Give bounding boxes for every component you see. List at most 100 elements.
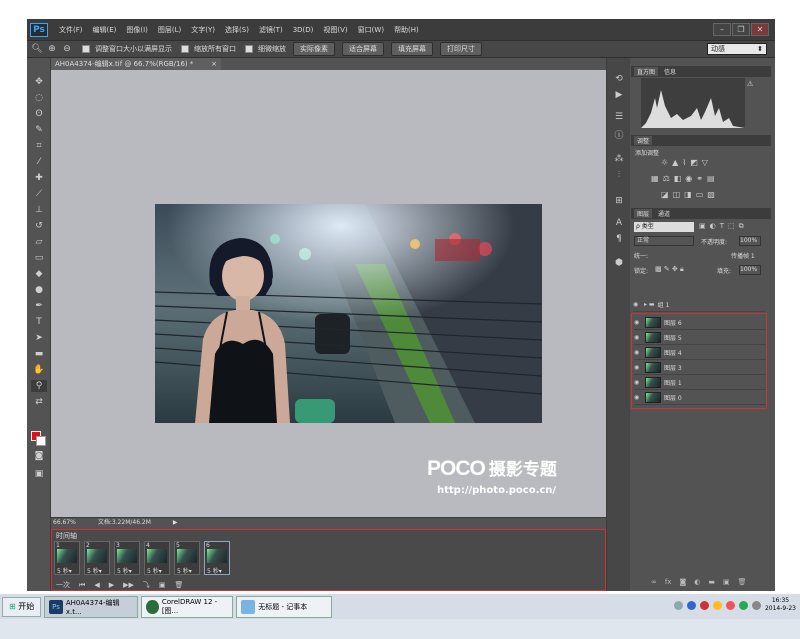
background-color-swatch[interactable] [36,436,46,446]
eye-icon[interactable]: ◉ [634,379,642,386]
propagate-frame-label[interactable]: 传播帧 1 [731,251,755,260]
adjust-filter-icon[interactable]: ◐ [710,222,716,231]
quick-select-tool-icon[interactable]: ✎ [31,124,47,136]
zoom-level[interactable]: 66.67% [53,519,76,526]
new-frame-icon[interactable]: ▣ [159,581,166,589]
layer-row[interactable]: ◉ 图层 4 [634,346,766,360]
gradient-map-icon[interactable]: ▭ [696,190,704,199]
first-frame-icon[interactable]: ⏮ [79,581,85,590]
tween-icon[interactable]: ⤵ [143,580,150,590]
paragraph-panel-icon[interactable]: ¶ [613,234,625,246]
timeline-frame[interactable]: 1 5 秒▾ [54,541,80,575]
wifi-icon[interactable] [738,600,748,610]
crop-tool-icon[interactable]: ⌗ [31,140,47,152]
tab-histogram[interactable]: 直方图 [634,67,659,76]
lasso-tool-icon[interactable]: ʘ [31,108,47,120]
black-white-icon[interactable]: ◧ [674,174,682,183]
next-frame-icon[interactable]: ▶▶ [123,581,134,589]
marquee-tool-icon[interactable]: ◌ [31,92,47,104]
play-icon[interactable]: ▶ [109,581,114,589]
restore-button[interactable]: ❐ [732,23,750,36]
eye-icon[interactable]: ◉ [634,349,642,356]
close-button[interactable]: ✕ [751,23,769,36]
layer-row[interactable]: ◉ 图层 1 [634,376,766,390]
frame-delay[interactable]: 5 秒▾ [117,566,132,575]
tab-info[interactable]: 信息 [664,67,676,76]
frame-delay[interactable]: 5 秒▾ [57,566,72,575]
shield-icon[interactable] [686,600,696,610]
trash-icon[interactable]: 🗑︎ [738,578,747,586]
clone-source-icon[interactable]: ⊞ [613,196,625,208]
eye-icon[interactable]: ◉ [634,334,642,341]
pen-tool-icon[interactable]: ✒ [31,300,47,312]
layer-group-row[interactable]: ◉ ▸ ▬ 组 1 [633,298,765,312]
timeline-frame[interactable]: 2 5 秒▾ [84,541,110,575]
menu-3d[interactable]: 3D(D) [288,26,319,34]
zoom-out-icon[interactable]: ⊖ [61,43,73,55]
tab-channels[interactable]: 通道 [658,209,670,218]
levels-icon[interactable]: ▲ [672,158,678,167]
vibrance-icon[interactable]: ▽ [702,158,708,167]
shape-tool-icon[interactable]: ▬ [31,348,47,360]
lock-icons[interactable]: ▩ ✎ ✥ 🔒︎ [655,265,684,274]
close-icon[interactable]: × [211,58,217,70]
fill-screen-button[interactable]: 填充屏幕 [391,42,433,56]
actual-pixels-button[interactable]: 实际像素 [293,42,335,56]
frame-delay[interactable]: 5 秒▾ [87,566,102,575]
layer-row[interactable]: ◉ 图层 3 [634,361,766,375]
timeline-frame[interactable]: 5 5 秒▾ [174,541,200,575]
menu-layer[interactable]: 图层(L) [153,25,186,35]
posterize-icon[interactable]: ◫ [673,190,681,199]
hue-saturation-icon[interactable]: ▦ [651,174,659,183]
menu-help[interactable]: 帮助(H) [389,25,424,35]
dodge-tool-icon[interactable]: ● [31,284,47,296]
history-brush-tool-icon[interactable]: ↺ [31,220,47,232]
opacity-value[interactable]: 100% [739,236,761,246]
fx-icon[interactable]: fx [665,578,672,586]
mask-icon[interactable]: ◙ [679,578,686,586]
gradient-tool-icon[interactable]: ▭ [31,252,47,264]
task-photoshop[interactable]: Ps AH0A4374-编辑x.t... [44,595,139,618]
menu-view[interactable]: 视图(V) [318,25,352,35]
link-icon[interactable]: ∞ [651,578,657,586]
eye-icon[interactable]: ◉ [634,364,642,371]
prev-frame-icon[interactable]: ◀ [94,581,99,589]
loop-select[interactable]: 一次 [56,580,70,590]
path-select-tool-icon[interactable]: ➤ [31,332,47,344]
document-tab[interactable]: AH0A4374-编辑x.tif @ 66.7%(RGB/16) * × [51,58,221,70]
warning-icon[interactable]: ⚠ [747,80,753,88]
tab-adjustments[interactable]: 调整 [634,136,653,145]
minimize-button[interactable]: – [713,23,731,36]
menu-image[interactable]: 图像(I) [121,25,153,35]
blend-mode-select[interactable]: 正常 [634,236,694,246]
frame-delay[interactable]: 5 秒▾ [207,566,222,575]
eye-icon[interactable]: ◉ [634,319,642,326]
shape-filter-icon[interactable]: ⬚ [728,222,735,231]
taskbar-clock[interactable]: 16:35 2014-9-23 [765,597,796,613]
qq-icon[interactable] [712,600,722,610]
menu-window[interactable]: 窗口(W) [353,25,389,35]
network-icon[interactable] [673,600,683,610]
properties-panel-icon[interactable]: ☰ [613,112,625,124]
menu-edit[interactable]: 编辑(E) [88,25,122,35]
layer-row[interactable]: ◉ 图层 0 [634,391,766,405]
zoom-tool-icon[interactable]: ⚲ [31,380,47,392]
canvas-area[interactable] [51,70,606,517]
layer-filter-select[interactable]: ρ 类型 [634,222,694,232]
scrubby-zoom-checkbox[interactable] [245,45,253,53]
brightness-icon[interactable]: ☼ [661,158,668,167]
new-group-icon[interactable]: ▬ [708,578,715,586]
app-tray-icon[interactable] [725,600,735,610]
layer-row[interactable]: ◉ 图层 5 [634,331,766,345]
type-tool-icon[interactable]: T [31,316,47,328]
zoom-all-checkbox[interactable] [181,45,189,53]
brush-presets-icon[interactable]: ⫶ [613,170,625,182]
start-button[interactable]: ⊞ 开始 [2,596,42,617]
exposure-icon[interactable]: ◩ [690,158,698,167]
brush-tool-icon[interactable]: ⟋ [31,188,47,200]
delete-frame-icon[interactable]: 🗑︎ [175,581,184,589]
brush-panel-icon[interactable]: ⁂ [613,154,625,166]
zoom-tool-icon[interactable]: 🔍︎ [31,43,43,55]
pixel-filter-icon[interactable]: ▣ [699,222,706,231]
stamp-tool-icon[interactable]: ⊥ [31,204,47,216]
